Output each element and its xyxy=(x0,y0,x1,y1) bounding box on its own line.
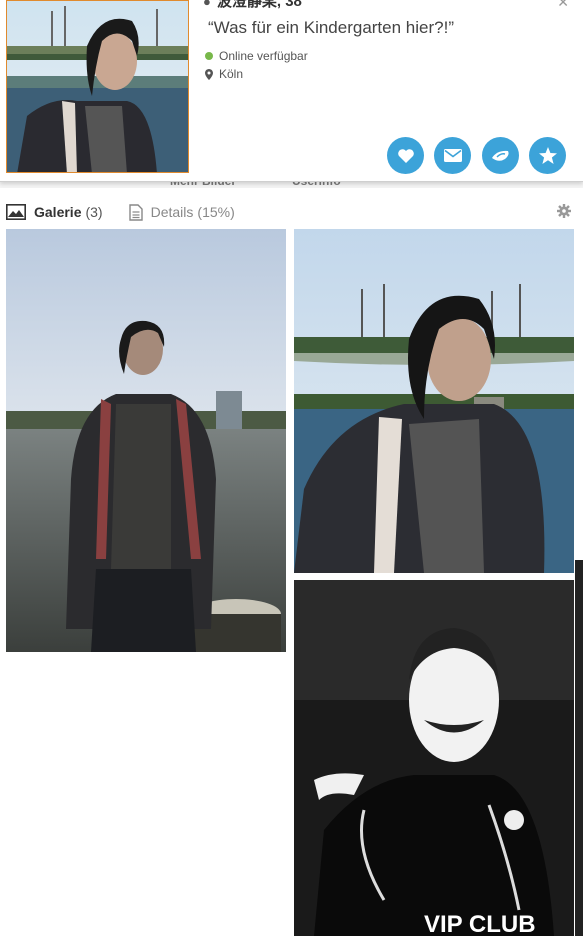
profile-header: ● 波澄靜某, 38 ✕ “Was für ein Kindergarten hi… xyxy=(0,0,583,182)
tab-gallery[interactable]: Galerie (3) xyxy=(6,204,103,220)
profile-name-text: 波澄靜某, 38 xyxy=(216,0,302,10)
online-status: Online verfügbar xyxy=(205,49,308,63)
tab-details-label: Details xyxy=(150,204,194,220)
gallery-photo-1[interactable] xyxy=(6,229,286,652)
tab-gallery-count: (3) xyxy=(85,204,103,220)
profile-location: Köln xyxy=(205,67,243,81)
like-button[interactable] xyxy=(387,137,424,174)
envelope-icon xyxy=(443,149,462,162)
star-icon xyxy=(538,147,557,164)
settings-gear-icon[interactable] xyxy=(557,204,571,223)
vip-club-text: VIP CLUB xyxy=(424,911,536,936)
gender-icon: ● xyxy=(203,0,211,9)
favorite-button[interactable] xyxy=(529,137,566,174)
message-button[interactable] xyxy=(434,137,471,174)
tab-details-count: (15%) xyxy=(197,204,235,220)
image-icon xyxy=(6,204,26,220)
close-icon[interactable]: ✕ xyxy=(557,0,569,11)
wink-button[interactable] xyxy=(482,137,519,174)
gallery-photo-3[interactable]: VIP CLUB xyxy=(294,580,574,936)
profile-quote: “Was für ein Kindergarten hier?!” xyxy=(208,18,454,37)
heart-icon xyxy=(397,148,414,163)
tab-details[interactable]: Details (15%) xyxy=(128,203,235,221)
tab-gallery-label: Galerie xyxy=(34,204,82,220)
right-edge-shadow xyxy=(575,560,583,936)
profile-tabs: Galerie (3) Details (15%) xyxy=(0,198,583,226)
profile-name: ● 波澄靜某, 38 xyxy=(203,0,302,11)
profile-page: ● 波澄靜某, 38 ✕ “Was für ein Kindergarten hi… xyxy=(0,0,583,936)
online-status-text: Online verfügbar xyxy=(219,49,308,63)
document-icon xyxy=(128,203,143,221)
gallery-photo-2[interactable] xyxy=(294,229,574,573)
wink-icon xyxy=(491,150,509,161)
profile-avatar[interactable] xyxy=(6,0,189,173)
map-pin-icon xyxy=(205,68,213,80)
online-dot-icon xyxy=(205,52,213,60)
location-text: Köln xyxy=(219,67,244,81)
